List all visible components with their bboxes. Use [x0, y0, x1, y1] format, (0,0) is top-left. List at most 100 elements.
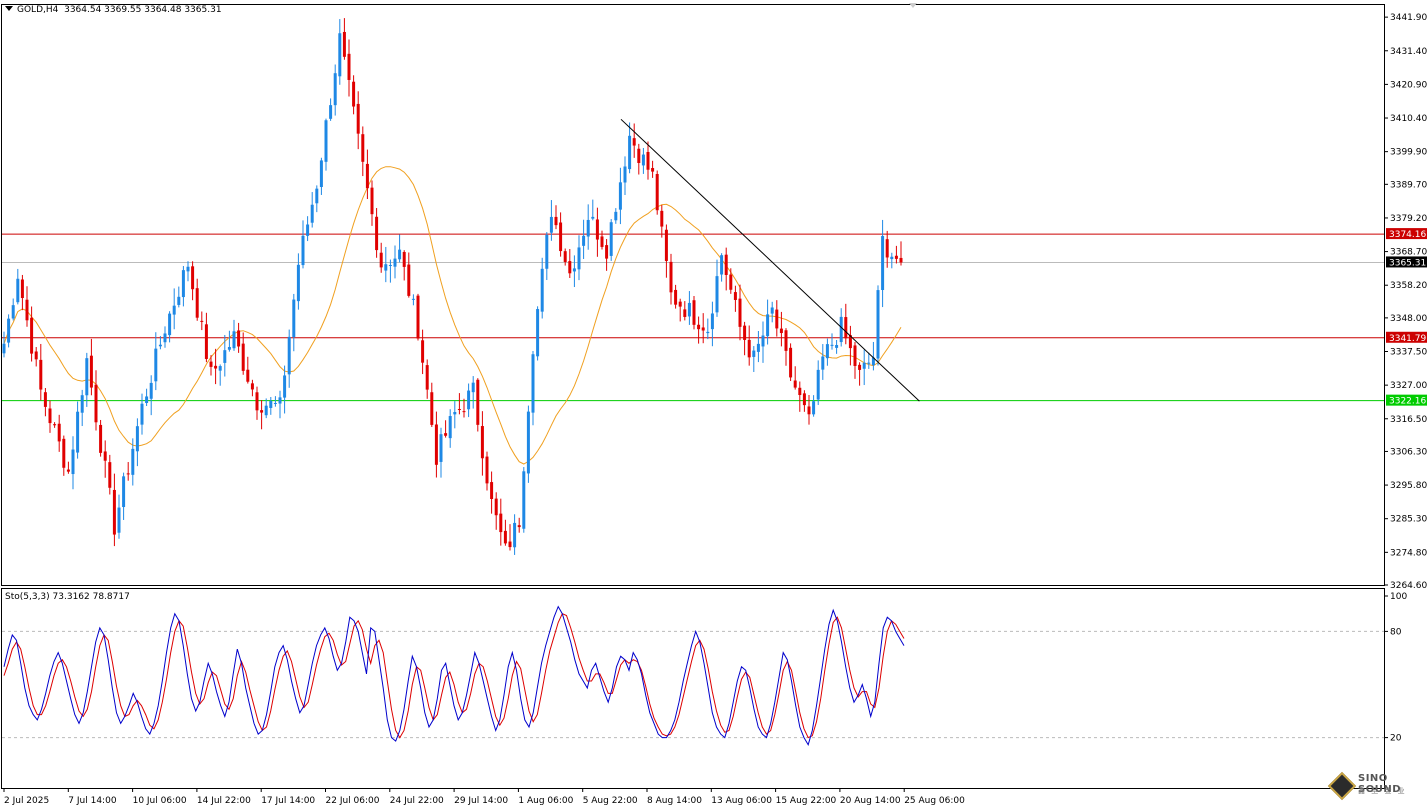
candle-body — [149, 382, 153, 399]
candle-body — [177, 296, 181, 305]
candle-body — [701, 327, 705, 331]
candle-body — [807, 406, 811, 415]
candle-body — [660, 210, 664, 227]
price-tick-label: 3368.70 — [1390, 248, 1427, 258]
candle-body — [697, 324, 701, 330]
dropdown-triangle-icon[interactable] — [5, 6, 13, 11]
candle-body — [94, 384, 98, 423]
candle-body — [687, 302, 691, 317]
candle-body — [99, 424, 103, 453]
candle-body — [623, 166, 627, 183]
logo-word-2: 鑫 圣 金 业 — [1358, 787, 1407, 795]
candle-body — [361, 134, 365, 162]
candle-body — [490, 482, 494, 500]
price-tick-label: 3285.30 — [1390, 515, 1427, 525]
candle-body — [858, 364, 862, 370]
time-tick-label: 17 Jul 14:00 — [261, 796, 315, 806]
candle-body — [471, 382, 475, 393]
candle-body — [214, 365, 218, 369]
candle-body — [48, 408, 52, 424]
candle-body — [522, 471, 526, 529]
candle-body — [453, 412, 457, 415]
candle-body — [559, 222, 563, 252]
candle-body — [315, 188, 319, 204]
candle-body — [255, 392, 259, 411]
candle-body — [278, 397, 282, 404]
candle-body — [439, 434, 443, 462]
time-tick-label: 24 Jul 22:00 — [390, 796, 444, 806]
candle-body — [729, 274, 733, 290]
candle-body — [241, 343, 245, 371]
candle-body — [839, 316, 843, 343]
price-tick-label: 3348.00 — [1390, 314, 1427, 324]
time-tick-label: 2 Jul 2025 — [4, 796, 49, 806]
price-tick-label: 3306.30 — [1390, 447, 1427, 457]
candle-body — [752, 350, 756, 357]
candle-body — [25, 299, 29, 321]
chart-canvas: 3441.90 3431.40 3420.90 3410.40 3399.90 3389.… — [0, 0, 1428, 807]
time-tick-label: 5 Aug 22:00 — [583, 796, 638, 806]
candle-body — [526, 411, 530, 474]
candle-body — [352, 81, 356, 107]
candle-body — [347, 53, 351, 80]
candle-body — [209, 361, 213, 367]
price-tick-label: 3295.80 — [1390, 481, 1427, 491]
candle-body — [710, 313, 714, 330]
candle-body — [154, 348, 158, 382]
candle-body — [131, 448, 135, 475]
candle-body — [342, 31, 346, 57]
candle-body — [720, 255, 724, 275]
price-tick-label: 3316.50 — [1390, 415, 1427, 425]
candle-body — [306, 224, 310, 236]
candle-body — [655, 174, 659, 211]
price-tick-label: 3420.90 — [1390, 80, 1427, 90]
candle-body — [296, 264, 300, 302]
candle-body — [499, 513, 503, 533]
candle-body — [218, 366, 222, 371]
candle-body — [549, 216, 553, 233]
time-tick-label: 29 Jul 14:00 — [454, 796, 508, 806]
candle-body — [411, 298, 415, 300]
candle-body — [674, 289, 678, 305]
candle-body — [595, 219, 599, 240]
candle-body — [195, 288, 199, 318]
chart-header: GOLD,H4 3364.54 3369.55 3364.48 3365.31 — [5, 5, 222, 15]
time-tick-label: 13 Aug 06:00 — [711, 796, 772, 806]
candle-body — [802, 393, 806, 406]
candle-body — [324, 120, 328, 162]
price-tick-label: 3431.40 — [1390, 47, 1427, 57]
candle-body — [747, 339, 751, 358]
candle-body — [761, 335, 765, 347]
candle-body — [614, 211, 618, 221]
time-tick-label: 8 Aug 14:00 — [647, 796, 702, 806]
candle-body — [605, 245, 609, 259]
candle-body — [775, 309, 779, 329]
candle-body — [237, 330, 241, 347]
stochastic-tick-label: 20 — [1390, 734, 1402, 744]
candle-body — [264, 405, 268, 416]
candle-body — [7, 318, 11, 343]
candle-body — [269, 400, 273, 408]
candle-body — [53, 424, 57, 426]
price-tick-label: 3264.60 — [1390, 581, 1427, 591]
candle-body — [835, 345, 839, 348]
price-tick-label: 3389.70 — [1390, 180, 1427, 190]
level-price-label: 3374.16 — [1389, 230, 1426, 240]
time-tick-label: 7 Jul 14:00 — [68, 796, 117, 806]
candle-body — [678, 301, 682, 307]
candle-body — [554, 216, 558, 226]
stochastic-label: Sto(5,3,3) 73.3162 78.8717 — [5, 592, 130, 602]
logo-diamond-icon — [1327, 771, 1357, 801]
candle-body — [43, 392, 47, 407]
candle-body — [789, 347, 793, 378]
candle-body — [462, 411, 466, 413]
candle-body — [140, 403, 144, 425]
candle-body — [503, 530, 507, 544]
candle-body — [568, 261, 572, 274]
candle-body — [227, 346, 231, 350]
candle-body — [600, 236, 604, 247]
candle-body — [329, 105, 333, 119]
candle-body — [135, 426, 139, 452]
candle-body — [370, 187, 374, 215]
candle-body — [158, 344, 162, 347]
